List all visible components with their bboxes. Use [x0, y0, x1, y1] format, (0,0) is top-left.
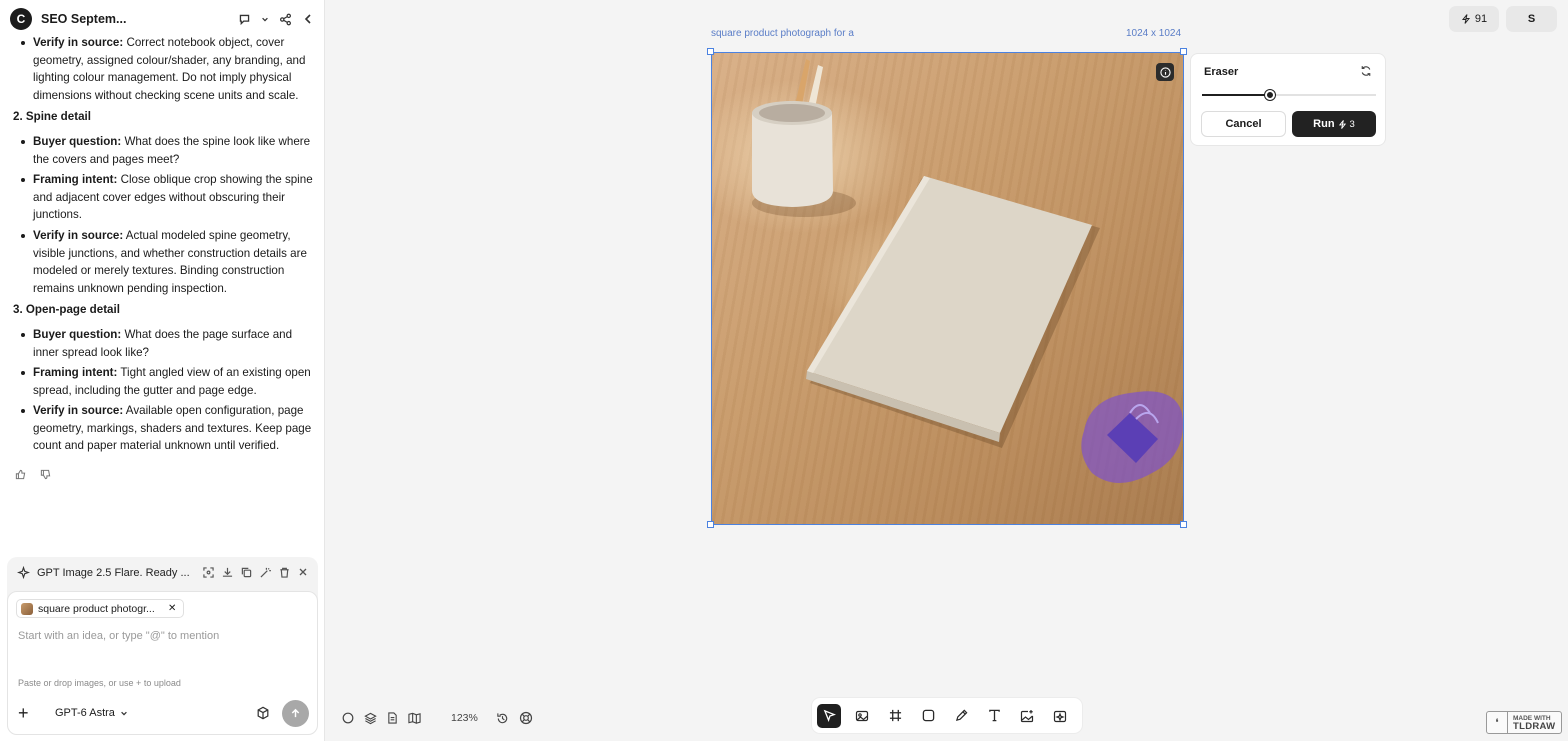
cancel-button[interactable]: Cancel — [1201, 111, 1286, 137]
list-item: Framing intent: Close oblique crop showi… — [13, 171, 313, 224]
frame-tool[interactable] — [883, 704, 907, 728]
assistant-message: Verify in source: Correct notebook objec… — [13, 34, 313, 480]
model-selector[interactable]: GPT-6 Astra — [55, 707, 128, 719]
chevron-down-icon[interactable] — [261, 15, 269, 23]
drawing-toolbar — [811, 697, 1083, 734]
add-attachment-button[interactable]: + — [18, 703, 36, 724]
canvas-utility-bar: 123% — [342, 708, 533, 728]
reset-icon[interactable] — [1360, 65, 1372, 77]
attachment-label: square product photogr... — [38, 602, 155, 615]
brush-size-slider[interactable] — [1202, 90, 1376, 100]
resize-handle[interactable] — [707, 521, 714, 528]
list-item: Buyer question: What does the spine look… — [13, 133, 313, 168]
circle-icon[interactable] — [342, 712, 354, 724]
image-size-label: 1024 x 1024 — [1126, 28, 1182, 39]
cursor-icon — [823, 709, 836, 722]
eraser-title: Eraser — [1204, 66, 1239, 78]
focus-icon[interactable] — [203, 567, 214, 578]
list-item: Verify in source: Available open configu… — [13, 402, 313, 455]
watermark-line2: TLDRAW — [1513, 720, 1556, 732]
prompt-composer[interactable]: square product photogr... ✕ Start with a… — [7, 591, 318, 735]
list-item: Verify in source: Actual modeled spine g… — [13, 227, 313, 297]
send-button[interactable] — [282, 699, 309, 727]
lightning-icon — [1338, 119, 1346, 129]
generate-image-tool[interactable] — [1015, 704, 1039, 728]
thumbs-up-icon[interactable] — [15, 469, 26, 480]
app-logo[interactable]: C — [10, 8, 32, 30]
thumbs-down-icon[interactable] — [40, 469, 51, 480]
section-heading: 3. Open-page detail — [13, 303, 120, 317]
layers-icon[interactable] — [364, 712, 377, 725]
trash-icon[interactable] — [279, 567, 290, 578]
chevron-down-icon — [121, 711, 127, 716]
credits-button[interactable]: 91 — [1449, 6, 1499, 32]
image-title-label: square product photograph for a — [711, 28, 854, 39]
run-cost: 3 — [1349, 118, 1355, 130]
collapse-panel-icon[interactable] — [302, 13, 314, 25]
chat-title[interactable]: SEO Septem... — [41, 12, 126, 26]
tldraw-logo-icon: ❛ — [1487, 712, 1508, 733]
resize-handle[interactable] — [707, 48, 714, 55]
image-tool[interactable] — [850, 704, 874, 728]
eraser-panel: Eraser Cancel Run 3 — [1190, 53, 1386, 146]
photo-scene — [752, 59, 1183, 483]
info-icon[interactable] — [1156, 63, 1174, 81]
credits-count: 91 — [1474, 13, 1488, 25]
run-button[interactable]: Run 3 — [1292, 111, 1376, 137]
chat-bubble-icon[interactable] — [238, 13, 251, 26]
map-icon[interactable] — [408, 712, 421, 724]
upload-hint: Paste or drop images, or use + to upload — [18, 678, 181, 688]
page-icon[interactable] — [387, 712, 398, 724]
frame-icon — [889, 709, 901, 722]
resize-handle[interactable] — [1180, 48, 1187, 55]
history-icon[interactable] — [496, 712, 509, 725]
pencil-icon — [955, 709, 967, 722]
rectangle-icon — [922, 709, 934, 722]
list-item: Buyer question: What does the page surfa… — [13, 326, 313, 361]
resize-handle[interactable] — [1180, 521, 1187, 528]
image-sparkle-icon — [1020, 709, 1034, 722]
user-avatar-button[interactable]: S — [1506, 6, 1557, 32]
attachment-chip[interactable]: square product photogr... ✕ — [16, 599, 185, 618]
sparkle-icon — [17, 566, 30, 579]
lightning-icon — [1461, 14, 1470, 24]
ai-edit-icon — [1053, 710, 1067, 722]
close-icon[interactable] — [298, 567, 308, 578]
select-tool[interactable] — [817, 703, 841, 728]
text-tool[interactable] — [982, 704, 1006, 728]
text-icon — [988, 709, 1000, 722]
magic-wand-icon[interactable] — [260, 567, 271, 578]
list-item: Verify in source: Correct notebook objec… — [13, 34, 313, 104]
slider-thumb[interactable] — [1264, 90, 1275, 100]
attachment-thumbnail — [21, 602, 33, 615]
help-icon[interactable] — [519, 711, 533, 725]
list-item: Framing intent: Tight angled view of an … — [13, 364, 313, 399]
share-icon[interactable] — [279, 13, 292, 26]
draw-tool[interactable] — [949, 704, 973, 728]
chat-panel: C SEO Septem... Verify in source: Correc… — [0, 0, 325, 741]
image-plus-icon — [855, 710, 869, 721]
rectangle-tool[interactable] — [916, 704, 940, 728]
ai-edit-tool[interactable] — [1048, 704, 1072, 728]
remove-attachment-icon[interactable]: ✕ — [168, 603, 176, 614]
image-shape[interactable] — [711, 52, 1184, 525]
zoom-level[interactable]: 123% — [451, 712, 478, 724]
generation-status: GPT Image 2.5 Flare. Ready ... — [37, 566, 190, 579]
cube-icon[interactable] — [256, 706, 270, 720]
model-name: GPT-6 Astra — [55, 707, 115, 719]
made-with-tldraw-badge[interactable]: ❛ MADE WITH TLDRAW — [1486, 711, 1562, 734]
download-icon[interactable] — [222, 567, 233, 578]
prompt-input[interactable]: Start with an idea, or type "@" to menti… — [18, 630, 219, 642]
generation-card: GPT Image 2.5 Flare. Ready ... square pr… — [7, 557, 318, 735]
run-label: Run — [1313, 118, 1335, 130]
section-heading: 2. Spine detail — [13, 110, 91, 124]
copy-icon[interactable] — [241, 567, 252, 578]
chat-header: C SEO Septem... — [0, 0, 324, 38]
